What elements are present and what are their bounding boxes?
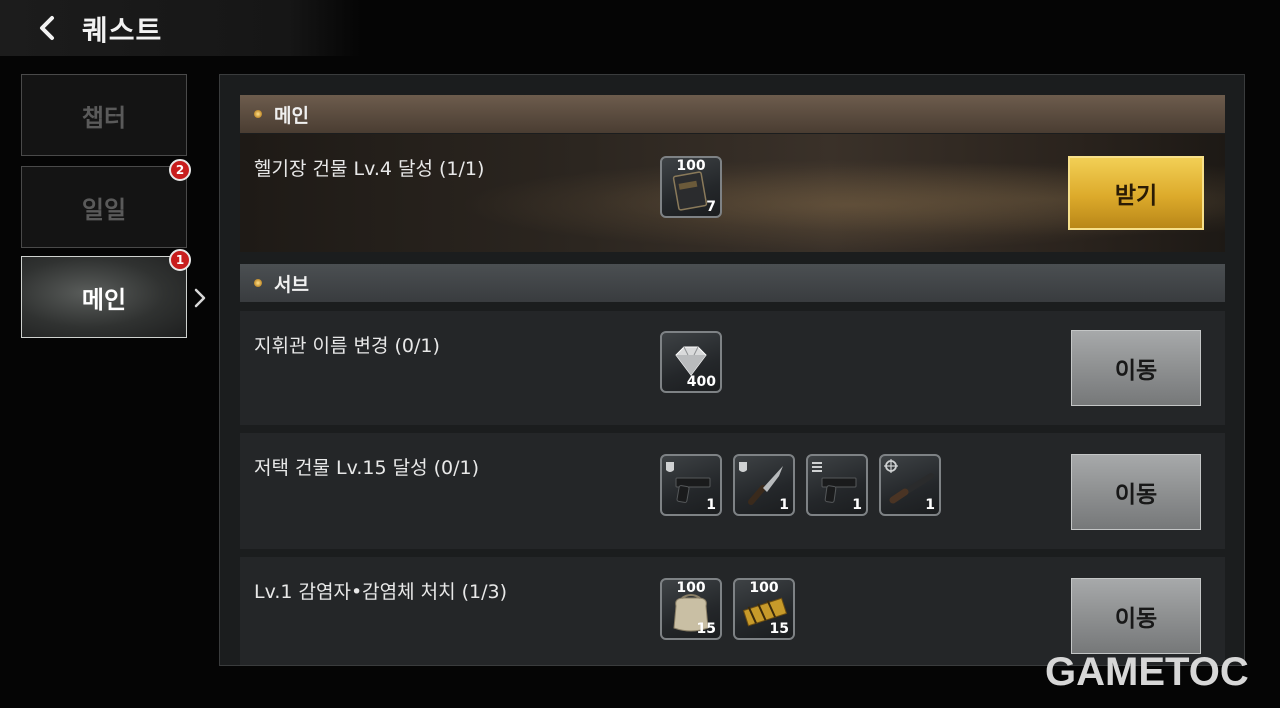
reward-label: 100	[749, 580, 779, 596]
move-button[interactable]: 이동	[1071, 454, 1201, 530]
notification-badge: 1	[169, 249, 191, 271]
reward-item[interactable]: 100 7	[660, 156, 722, 218]
reward-item[interactable]: 1	[879, 454, 941, 516]
bullet-icon	[254, 110, 262, 118]
quest-title: 저택 건물 Lv.15 달성 (0/1)	[254, 457, 480, 479]
reward-label: 100	[676, 158, 706, 174]
tab-label: 메인	[81, 285, 127, 314]
quest-row: 저택 건물 Lv.15 달성 (0/1) 1 1 1 1 이동	[240, 433, 1225, 549]
reward-item[interactable]: 1	[660, 454, 722, 516]
claim-button[interactable]: 받기	[1068, 156, 1204, 230]
reward-quantity: 400	[686, 374, 716, 390]
bullet-icon	[254, 279, 262, 287]
quest-title: 지휘관 이름 변경 (0/1)	[254, 335, 440, 357]
quest-title: Lv.1 감염자•감염체 처치 (1/3)	[254, 581, 508, 603]
reward-quantity: 1	[779, 497, 789, 513]
section-label: 메인	[274, 104, 309, 127]
reward-item[interactable]: 100 15	[733, 578, 795, 640]
tab-label: 일일	[81, 195, 127, 224]
reward-quantity: 1	[852, 497, 862, 513]
tab-main[interactable]: 메인	[21, 256, 187, 338]
tab-label: 챕터	[81, 103, 127, 132]
section-label: 서브	[274, 273, 309, 296]
quest-title: 헬기장 건물 Lv.4 달성 (1/1)	[254, 158, 485, 180]
page-title: 퀘스트	[82, 14, 163, 47]
tab-daily[interactable]: 일일	[21, 166, 187, 248]
top-bar: 퀘스트	[0, 0, 360, 56]
reward-item[interactable]: 100 15	[660, 578, 722, 640]
back-button[interactable]	[34, 14, 60, 42]
watermark-logo: GAMETOC	[1045, 650, 1249, 694]
reward-label: 100	[676, 580, 706, 596]
reward-quantity: 1	[925, 497, 935, 513]
section-header-sub: 서브	[240, 264, 1225, 302]
chevron-left-icon	[40, 16, 54, 40]
reward-quantity: 15	[696, 621, 716, 637]
reward-quantity: 1	[706, 497, 716, 513]
notification-badge: 2	[169, 159, 191, 181]
move-button[interactable]: 이동	[1071, 578, 1201, 654]
reward-item[interactable]: 1	[733, 454, 795, 516]
tab-chapter[interactable]: 챕터	[21, 74, 187, 156]
reward-item[interactable]: 400	[660, 331, 722, 393]
reward-item[interactable]: 1	[806, 454, 868, 516]
section-header-main: 메인	[240, 95, 1225, 133]
reward-quantity: 15	[769, 621, 789, 637]
move-button[interactable]: 이동	[1071, 330, 1201, 406]
chevron-right-icon	[194, 288, 206, 308]
reward-quantity: 7	[706, 199, 716, 215]
quest-row: 지휘관 이름 변경 (0/1) 400 이동	[240, 311, 1225, 425]
quest-row: 헬기장 건물 Lv.4 달성 (1/1) 100 7 받기	[240, 134, 1225, 252]
quest-panel: 메인 헬기장 건물 Lv.4 달성 (1/1) 100 7 받기 서브 지휘관 …	[219, 74, 1245, 666]
